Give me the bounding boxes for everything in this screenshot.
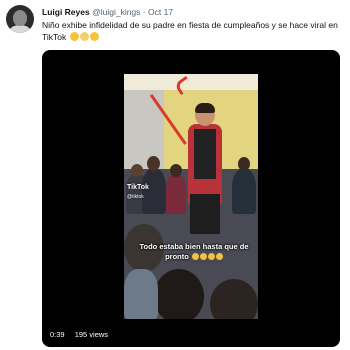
avatar-shoulders [9, 25, 31, 33]
bg-person-head [131, 164, 143, 177]
child-hair [195, 103, 215, 113]
video-controls: 0:39 195 views [50, 330, 108, 339]
person-shrugging-icon [79, 32, 89, 41]
bg-person [166, 174, 186, 214]
author-display-name[interactable]: Luigi Reyes [42, 7, 90, 17]
child-vest [194, 129, 216, 179]
laughing-icon [215, 253, 223, 260]
laughing-icon [207, 253, 215, 260]
laughing-icon [191, 253, 199, 260]
face-with-tears-icon [89, 32, 99, 41]
fg-person [124, 269, 158, 319]
avatar[interactable] [6, 5, 34, 33]
bg-person-head [147, 156, 160, 171]
video-frame[interactable]: TikTok @tiktok Todo estaba bien hasta qu… [124, 74, 258, 319]
avatar-face [13, 10, 27, 26]
video-media[interactable]: TikTok @tiktok Todo estaba bien hasta qu… [42, 50, 340, 347]
video-caption-emojis [191, 252, 223, 262]
tiktok-watermark-handle: @tiktok [127, 194, 144, 200]
tiktok-watermark: TikTok [127, 184, 149, 191]
tweet-emojis [69, 32, 99, 42]
video-duration: 0:39 [50, 330, 65, 339]
child-pants [190, 194, 220, 234]
bg-person [232, 169, 256, 214]
bg-person-head [170, 164, 182, 177]
tweet-text-block: Niño exhibe infidelidad de su padre en f… [42, 19, 342, 43]
tweet-date[interactable]: Oct 17 [148, 7, 173, 17]
face-with-open-mouth-icon [69, 32, 79, 41]
bg-person-head [238, 157, 250, 171]
fg-head [154, 269, 204, 319]
author-handle[interactable]: @luigi_kings [92, 7, 140, 17]
laughing-icon [199, 253, 207, 260]
tweet-header: Luigi Reyes @luigi_kings · Oct 17 [42, 7, 344, 18]
separator-dot: · [142, 7, 146, 17]
video-views: 195 views [74, 330, 109, 339]
video-caption: Todo estaba bien hasta que de pronto [134, 242, 254, 262]
tweet-card[interactable]: Luigi Reyes @luigi_kings · Oct 17 Niño e… [0, 0, 350, 350]
